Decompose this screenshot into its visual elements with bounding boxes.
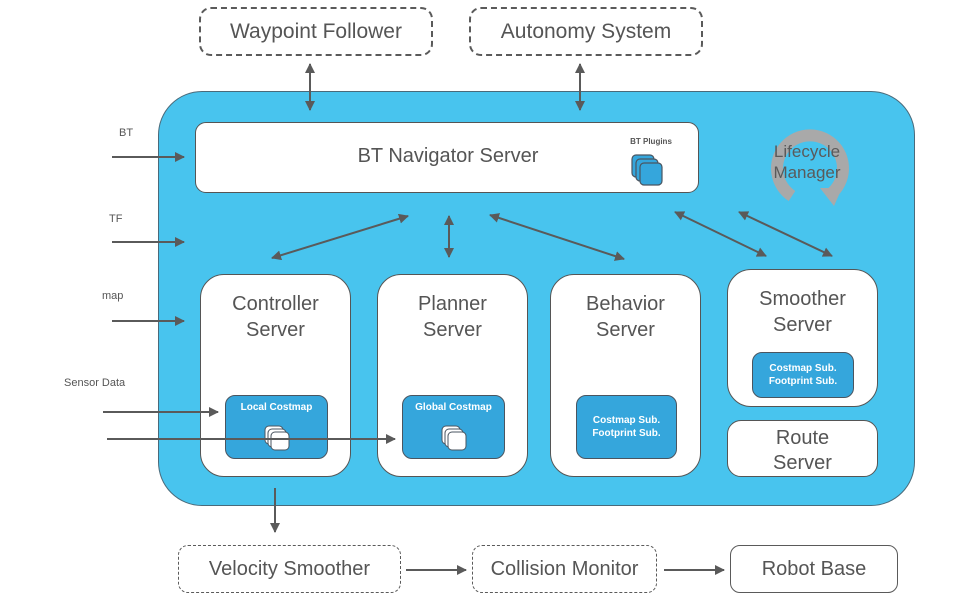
local-costmap-label: Local Costmap (240, 402, 313, 413)
behavior-costmap-sub-label: Costmap Sub. (592, 415, 661, 426)
robot-base-box[interactable]: Robot Base (730, 545, 898, 593)
autonomy-system-label: Autonomy System (500, 19, 672, 43)
global-costmap-layers-icon (441, 425, 467, 451)
planner-server-line2: Server (423, 319, 482, 341)
lifecycle-manager-line2: Manager (773, 163, 841, 182)
autonomy-system-box[interactable]: Autonomy System (469, 7, 703, 56)
bt-navigator-server[interactable]: BT Navigator Server BT Plugins (195, 122, 699, 193)
smoother-server-line2: Server (773, 314, 832, 336)
behavior-server[interactable]: Behavior Server Costmap Sub. Footprint S… (550, 274, 701, 477)
velocity-smoother-label: Velocity Smoother (208, 557, 371, 580)
input-label-sensor-data: Sensor Data (64, 377, 126, 389)
bt-plugins-label: BT Plugins (630, 137, 672, 146)
input-label-bt: BT (119, 127, 134, 139)
smoother-server-line1: Smoother (759, 288, 846, 310)
waypoint-follower-box[interactable]: Waypoint Follower (199, 7, 433, 56)
smoother-footprint-sub-label: Footprint Sub. (768, 376, 838, 387)
waypoint-follower-label: Waypoint Follower (230, 19, 402, 43)
velocity-smoother-box[interactable]: Velocity Smoother (178, 545, 401, 593)
behavior-server-line2: Server (596, 319, 655, 341)
lifecycle-manager-label[interactable]: Lifecycle Manager (766, 141, 848, 183)
robot-base-label: Robot Base (761, 557, 867, 580)
route-server-line2: Server (773, 452, 832, 474)
lifecycle-manager-line1: Lifecycle (773, 142, 841, 161)
planner-server[interactable]: Planner Server Global Costmap (377, 274, 528, 477)
smoother-costmap-footprint-box[interactable]: Costmap Sub. Footprint Sub. (752, 352, 854, 398)
planner-server-line1: Planner (418, 293, 487, 315)
local-costmap-box[interactable]: Local Costmap (225, 395, 328, 459)
behavior-footprint-sub-label: Footprint Sub. (592, 428, 661, 439)
local-costmap-layers-icon (264, 425, 290, 451)
collision-monitor-label: Collision Monitor (490, 557, 639, 580)
bt-plugins-stack-icon (631, 154, 663, 186)
controller-server-line1: Controller (232, 293, 319, 315)
input-label-map: map (102, 290, 124, 302)
global-costmap-box[interactable]: Global Costmap (402, 395, 505, 459)
behavior-costmap-footprint-box[interactable]: Costmap Sub. Footprint Sub. (576, 395, 677, 459)
bt-navigator-title: BT Navigator Server (357, 145, 539, 167)
controller-server-line2: Server (246, 319, 305, 341)
smoother-server[interactable]: Smoother Server Costmap Sub. Footprint S… (727, 269, 878, 407)
route-server[interactable]: Route Server (727, 420, 878, 477)
controller-server[interactable]: Controller Server Local Costmap (200, 274, 351, 477)
collision-monitor-box[interactable]: Collision Monitor (472, 545, 657, 593)
smoother-costmap-sub-label: Costmap Sub. (769, 363, 837, 374)
route-server-line1: Route (775, 427, 830, 449)
global-costmap-label: Global Costmap (415, 402, 492, 413)
input-label-tf: TF (109, 213, 123, 225)
behavior-server-line1: Behavior (586, 293, 665, 315)
